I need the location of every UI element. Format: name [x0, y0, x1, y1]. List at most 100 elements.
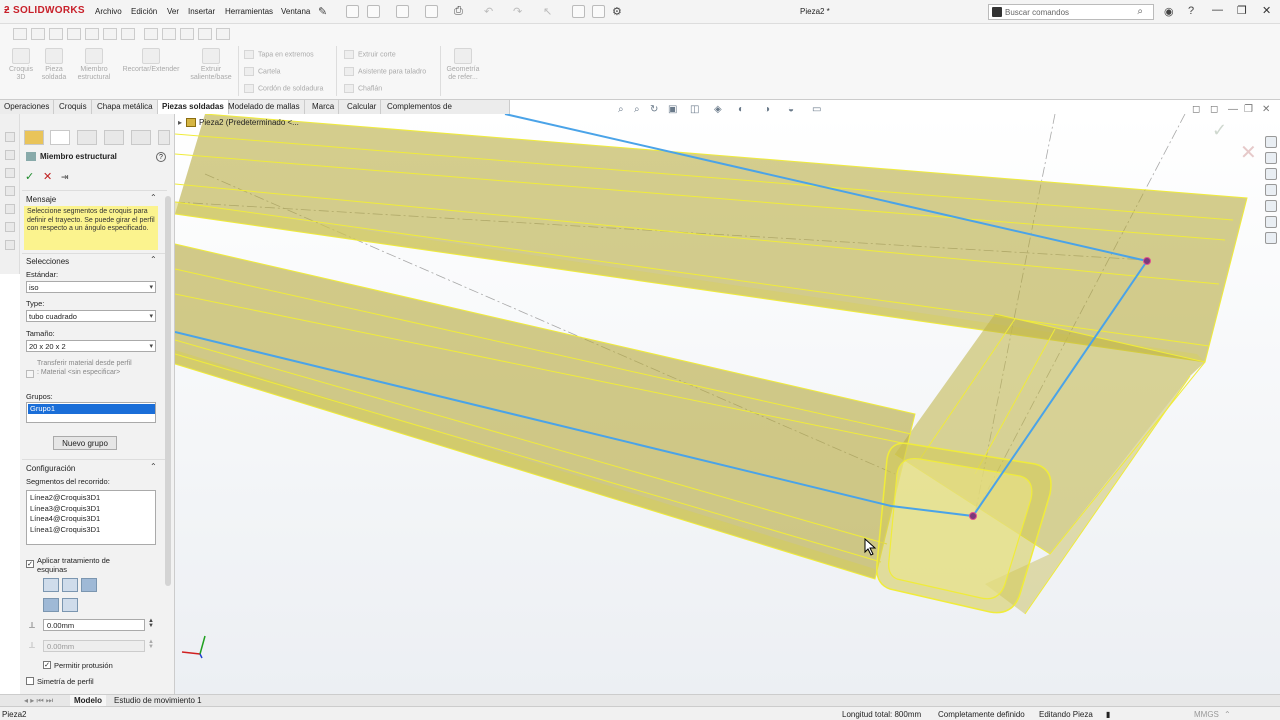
ribbon-small-icon[interactable]: [13, 28, 27, 40]
collapse-chevron-icon[interactable]: ⌃: [150, 255, 157, 264]
path-segments-list[interactable]: Línea2@Croquis3D1 Línea3@Croquis3D1 Líne…: [26, 490, 156, 545]
viewport-minimize-icon[interactable]: —: [1228, 104, 1238, 115]
viewport-tile-icon[interactable]: ◻: [1192, 104, 1200, 115]
side-tool-icon[interactable]: [5, 168, 15, 178]
cartela-button[interactable]: Cartela: [244, 67, 281, 76]
menu-ver[interactable]: Ver: [167, 7, 179, 16]
feature-tree-flyout[interactable]: ▸ Pieza2 (Predeterminado <...: [178, 118, 299, 128]
transfer-material-checkbox[interactable]: [26, 370, 34, 378]
restore-icon[interactable]: ❐: [1237, 4, 1247, 17]
corner-treatment-checkbox[interactable]: ✓: [26, 560, 34, 568]
menu-archivo[interactable]: Archivo: [95, 7, 122, 16]
ribbon-small-icon[interactable]: [121, 28, 135, 40]
sketch-point[interactable]: [969, 512, 977, 520]
rebuild-status-icon[interactable]: ▮: [1106, 710, 1110, 719]
unit-system[interactable]: MMGS: [1194, 710, 1219, 719]
options-gear-icon[interactable]: ⚙: [612, 5, 622, 18]
solidworks-logo[interactable]: ƻ SOLIDWORKS: [4, 5, 85, 16]
miembro-estructural-button[interactable]: Miembro estructural: [74, 48, 114, 82]
list-item[interactable]: Línea2@Croquis3D1: [30, 493, 152, 504]
units-chevron-icon[interactable]: ⌃: [1224, 710, 1231, 719]
tamano-select[interactable]: 20 x 20 x 2 ▾: [26, 340, 156, 352]
cancel-x-icon[interactable]: ✕: [43, 170, 52, 183]
view-orientation-icon[interactable]: ◫: [690, 104, 699, 115]
gap-1-input[interactable]: 0.00mm: [43, 619, 145, 631]
tab-chapa-metalica[interactable]: Chapa metálica: [93, 100, 158, 114]
home-icon[interactable]: [346, 5, 359, 18]
menu-herramientas[interactable]: Herramientas: [225, 7, 273, 16]
new-group-button[interactable]: Nuevo grupo: [53, 436, 117, 450]
butt-option-2-icon[interactable]: [62, 598, 78, 612]
model-view[interactable]: [175, 114, 1280, 694]
appearances-icon[interactable]: [1265, 200, 1277, 212]
display-style-icon[interactable]: ◈: [714, 104, 722, 115]
rebuild-icon[interactable]: [572, 5, 585, 18]
view-settings-icon[interactable]: ▭: [812, 104, 821, 115]
close-icon[interactable]: ✕: [1262, 4, 1271, 17]
tapa-en-extremos-button[interactable]: Tapa en extremos: [244, 50, 314, 59]
ribbon-small-icon[interactable]: [103, 28, 117, 40]
help-icon[interactable]: ?: [1188, 5, 1194, 17]
select-icon[interactable]: ↖: [543, 5, 552, 18]
solidworks-resources-icon[interactable]: [1265, 136, 1277, 148]
forum-icon[interactable]: [1265, 232, 1277, 244]
side-tool-icon[interactable]: [5, 150, 15, 160]
section-configuracion[interactable]: Configuración: [26, 464, 75, 473]
previous-view-icon[interactable]: ↻: [650, 104, 658, 115]
chaflan-button[interactable]: Chaflán: [344, 84, 382, 93]
zoom-area-icon[interactable]: ⌕: [634, 104, 640, 115]
croquis-3d-button[interactable]: Croquis 3D: [4, 48, 38, 82]
end-butt-corner-icon[interactable]: [81, 578, 97, 592]
dimxpert-tab-icon[interactable]: [104, 130, 124, 145]
tab-croquis[interactable]: Croquis: [55, 100, 92, 114]
ribbon-small-icon[interactable]: [216, 28, 230, 40]
geometria-referencia-button[interactable]: Geometría de refer...: [442, 48, 484, 82]
side-tool-icon[interactable]: [5, 204, 15, 214]
side-tool-icon[interactable]: [5, 186, 15, 196]
pm-scrollbar[interactable]: [165, 196, 171, 586]
tab-marca[interactable]: Marca: [308, 100, 340, 114]
recortar-extender-button[interactable]: Recortar/Extender: [116, 48, 186, 74]
section-mensaje[interactable]: Mensaje: [26, 195, 56, 204]
tab-piezas-soldadas[interactable]: Piezas soldadas: [158, 100, 229, 114]
hide-show-icon[interactable]: ◐: [738, 104, 744, 115]
save-icon[interactable]: [425, 5, 438, 18]
pushpin-icon[interactable]: ⇥: [61, 172, 69, 183]
edit-appearance-icon[interactable]: ◑: [764, 104, 770, 115]
spin-arrows-icon[interactable]: ▲ ▼: [148, 618, 154, 629]
zoom-to-fit-icon[interactable]: ⌕: [618, 104, 624, 115]
list-item[interactable]: Línea4@Croquis3D1: [30, 514, 152, 525]
custom-properties-icon[interactable]: [1265, 216, 1277, 228]
menu-edicion[interactable]: Edición: [131, 7, 157, 16]
open-icon[interactable]: [396, 5, 409, 18]
type-select[interactable]: tubo cuadrado ▾: [26, 310, 156, 322]
permitir-protusion-checkbox[interactable]: ✓: [43, 661, 51, 669]
list-item[interactable]: Línea1@Croquis3D1: [30, 525, 152, 536]
viewport-restore-icon[interactable]: ❐: [1244, 104, 1253, 115]
ribbon-small-icon[interactable]: [144, 28, 158, 40]
tabs-more-icon[interactable]: [158, 130, 170, 145]
side-tool-icon[interactable]: [5, 240, 15, 250]
estandar-select[interactable]: iso ▾: [26, 281, 156, 293]
list-item[interactable]: Línea3@Croquis3D1: [30, 504, 152, 515]
graphics-viewport[interactable]: [175, 114, 1280, 694]
ribbon-small-icon[interactable]: [49, 28, 63, 40]
design-library-icon[interactable]: [1265, 152, 1277, 164]
ribbon-small-icon[interactable]: [180, 28, 194, 40]
ok-check-icon[interactable]: ✓: [25, 170, 34, 183]
ribbon-small-icon[interactable]: [31, 28, 45, 40]
side-tool-icon[interactable]: [5, 132, 15, 142]
file-properties-icon[interactable]: [592, 5, 605, 18]
display-manager-tab-icon[interactable]: [131, 130, 151, 145]
menu-ventana[interactable]: Ventana: [281, 7, 310, 16]
pin-icon[interactable]: ✎: [318, 5, 327, 18]
tab-modelado-de-mallas[interactable]: Modelado de mallas: [224, 100, 305, 114]
property-manager-tab-icon[interactable]: [50, 130, 70, 145]
expand-arrow-icon[interactable]: ▸: [178, 118, 182, 127]
view-palette-icon[interactable]: [1265, 184, 1277, 196]
simetria-perfil-checkbox[interactable]: [26, 677, 34, 685]
pieza-soldada-button[interactable]: Pieza soldada: [38, 48, 70, 82]
minimize-icon[interactable]: —: [1212, 4, 1223, 16]
collapse-chevron-icon[interactable]: ⌃: [150, 462, 157, 471]
new-document-icon[interactable]: [367, 5, 380, 18]
